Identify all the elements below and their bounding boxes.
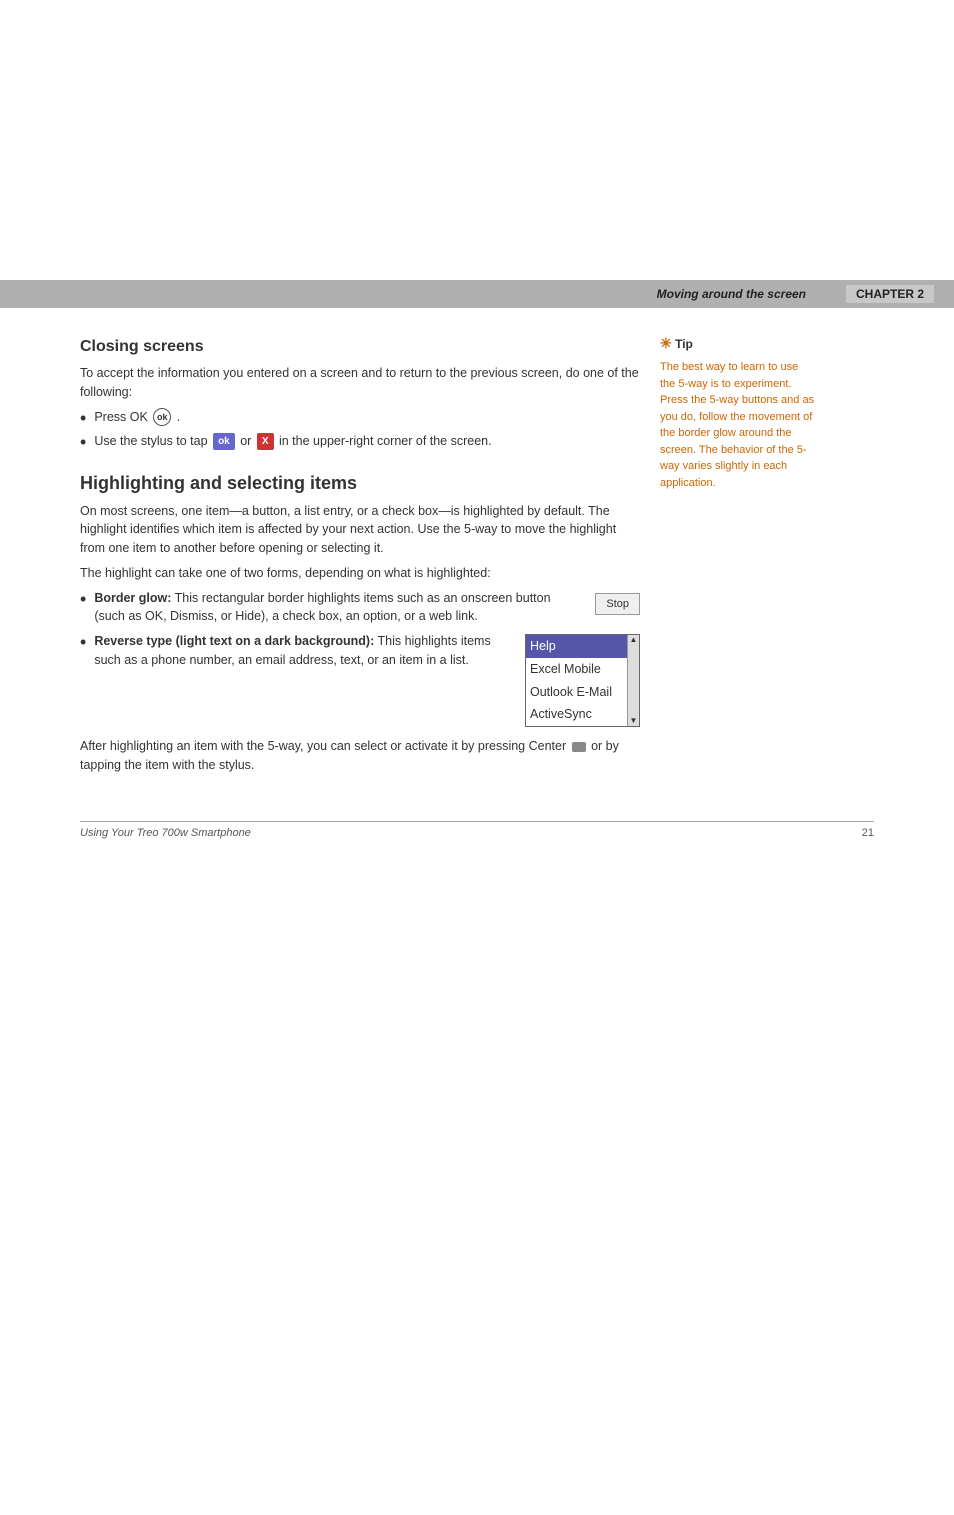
- stop-button-illustration: Stop: [595, 589, 640, 616]
- highlighting-section: Highlighting and selecting items On most…: [80, 473, 640, 775]
- highlighting-intro: On most screens, one item—a button, a li…: [80, 502, 640, 558]
- list-row-excel: Excel Mobile: [526, 658, 627, 681]
- header-chapter-label: CHAPTER 2: [846, 285, 934, 303]
- list-row-outlook: Outlook E-Mail: [526, 681, 627, 704]
- center-button-icon: [572, 742, 586, 752]
- closing-screens-intro: To accept the information you entered on…: [80, 364, 640, 402]
- content-wrapper: Closing screens To accept the informatio…: [0, 308, 954, 801]
- reverse-type-label: Reverse type (light text on a dark backg…: [94, 634, 374, 648]
- tip-section: ✳ Tip The best way to learn to use the 5…: [660, 333, 815, 491]
- ok-circle-icon: ok: [153, 408, 171, 426]
- border-glow-text: Border glow: This rectangular border hig…: [94, 589, 580, 627]
- x-button-red: X: [257, 433, 274, 450]
- tip-sidebar: ✳ Tip The best way to learn to use the 5…: [660, 328, 815, 781]
- scroll-down-arrow: ▼: [630, 717, 638, 725]
- tip-label: Tip: [675, 337, 693, 351]
- list-item: • Press OK ok .: [80, 408, 640, 427]
- page-footer: Using Your Treo 700w Smartphone 21: [80, 821, 874, 839]
- border-glow-label: Border glow:: [94, 591, 171, 605]
- highlighting-second-para: The highlight can take one of two forms,…: [80, 564, 640, 583]
- footer-page-number: 21: [862, 827, 874, 839]
- highlighting-title: Highlighting and selecting items: [80, 473, 640, 494]
- scroll-up-arrow: ▲: [630, 636, 638, 644]
- closing-screens-section: Closing screens To accept the informatio…: [80, 338, 640, 451]
- bullet-dot: •: [80, 409, 86, 427]
- tap-ok-x-text: Use the stylus to tap ok or X in the upp…: [94, 432, 491, 451]
- ok-button-blue: ok: [213, 433, 235, 450]
- closing-screens-bullets: • Press OK ok . • Use the stylus to tap …: [80, 408, 640, 451]
- list-illustration: Help Excel Mobile Outlook E-Mail: [525, 632, 640, 727]
- tip-text: The best way to learn to use the 5-way i…: [660, 359, 815, 491]
- reverse-type-content: Reverse type (light text on a dark backg…: [94, 632, 640, 727]
- border-glow-content: Border glow: This rectangular border hig…: [94, 589, 640, 627]
- list-scrollbar: ▲ ▼: [627, 635, 639, 726]
- list-example-box: Help Excel Mobile Outlook E-Mail: [525, 634, 640, 727]
- tip-star-icon: ✳: [660, 335, 672, 351]
- list-item: • Use the stylus to tap ok or X in the u…: [80, 432, 640, 451]
- main-content: Closing screens To accept the informatio…: [80, 328, 640, 781]
- bullet-dot: •: [80, 590, 86, 608]
- footer-book-title: Using Your Treo 700w Smartphone: [80, 827, 251, 839]
- bullet-dot: •: [80, 633, 86, 651]
- list-row-help: Help: [526, 635, 627, 658]
- highlighting-final-para: After highlighting an item with the 5-wa…: [80, 737, 640, 775]
- reverse-type-text: Reverse type (light text on a dark backg…: [94, 632, 510, 670]
- list-rows: Help Excel Mobile Outlook E-Mail: [526, 635, 627, 726]
- list-row-activesync: ActiveSync: [526, 703, 627, 726]
- tip-header: ✳ Tip: [660, 333, 815, 354]
- chapter-header-bar: Moving around the screen CHAPTER 2: [0, 280, 954, 308]
- header-section-title: Moving around the screen: [413, 287, 846, 301]
- stop-button: Stop: [595, 593, 640, 616]
- closing-screens-title: Closing screens: [80, 338, 640, 356]
- highlighting-bullets: • Border glow: This rectangular border h…: [80, 589, 640, 728]
- list-item: • Border glow: This rectangular border h…: [80, 589, 640, 627]
- bullet-dot: •: [80, 433, 86, 451]
- press-ok-text: Press OK ok .: [94, 408, 180, 427]
- list-item: • Reverse type (light text on a dark bac…: [80, 632, 640, 727]
